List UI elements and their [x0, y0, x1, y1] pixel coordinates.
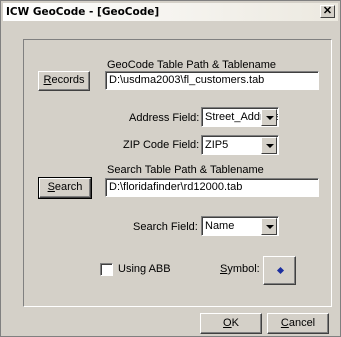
symbol-label-rest: ymbol: — [227, 263, 260, 275]
using-abb-checkbox[interactable] — [100, 263, 113, 276]
search-accel: S — [47, 181, 55, 193]
chevron-down-icon[interactable] — [261, 137, 277, 154]
search-field-label: Search Field: — [133, 221, 198, 233]
ok-label: K — [231, 317, 239, 329]
search-table-input[interactable]: D:\floridafinder\rd12000.tab — [105, 178, 319, 197]
title-bar: ICW GeoCode - [GeoCode] ✕ — [3, 3, 338, 21]
symbol-label: Symbol: — [220, 263, 260, 275]
zip-field-value: ZIP5 — [205, 139, 229, 151]
cancel-button[interactable]: Cancel — [267, 313, 329, 334]
search-field-value: Name — [205, 220, 235, 232]
records-label: ecords — [51, 74, 85, 86]
chevron-down-icon[interactable] — [261, 218, 277, 235]
search-table-label: Search Table Path & Tablename — [107, 164, 264, 176]
chevron-down-icon[interactable] — [261, 109, 277, 126]
window-title: ICW GeoCode - [GeoCode] — [6, 6, 160, 18]
address-field-select[interactable]: Street_Address — [201, 107, 279, 127]
zip-field-label: ZIP Code Field: — [123, 139, 200, 151]
geocode-table-input[interactable]: D:\usdma2003\fl_customers.tab — [105, 71, 319, 90]
cancel-label: ancel — [288, 317, 316, 329]
symbol-button[interactable] — [263, 256, 296, 285]
using-abb-label: Using ABB — [118, 263, 171, 275]
address-field-label: Address Field: — [129, 112, 200, 124]
ok-button[interactable]: OK — [200, 313, 262, 334]
zip-field-select[interactable]: ZIP5 — [201, 135, 279, 155]
geocode-dialog: ICW GeoCode - [GeoCode] ✕ GeoCode Table … — [0, 0, 341, 337]
ok-accel: O — [223, 317, 232, 329]
close-icon: ✕ — [322, 5, 333, 17]
search-label: earch — [54, 181, 83, 193]
search-button[interactable]: Search — [38, 177, 92, 199]
records-button[interactable]: Records — [38, 71, 90, 91]
close-button[interactable]: ✕ — [320, 5, 335, 18]
diamond-icon — [276, 266, 285, 275]
cancel-accel: C — [280, 317, 289, 329]
search-field-select[interactable]: Name — [201, 216, 279, 236]
geocode-table-label: GeoCode Table Path & Tablename — [107, 59, 276, 71]
